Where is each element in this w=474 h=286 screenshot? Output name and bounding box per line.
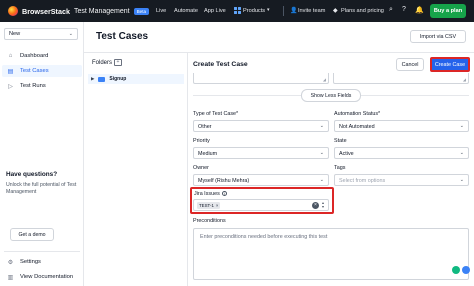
jira-chip-label: TEST-1 xyxy=(199,203,214,208)
state-select[interactable]: Active ⌄ xyxy=(334,147,469,159)
sidebar-item-documentation[interactable]: ▥ View Documentation xyxy=(2,271,82,283)
owner-label: Owner xyxy=(193,165,209,171)
chevron-down-icon: ⌄ xyxy=(319,150,324,156)
chevron-down-icon: ⌄ xyxy=(459,123,464,129)
product-name: Test Management xyxy=(73,7,130,15)
divider xyxy=(187,53,188,286)
browserstack-logo-icon[interactable] xyxy=(8,6,18,16)
type-label: Type of Test Case* xyxy=(193,111,239,117)
nav-live[interactable]: Live xyxy=(156,8,166,14)
products-grid-icon[interactable] xyxy=(234,7,241,14)
chevron-down-icon: ⌄ xyxy=(68,31,73,37)
sidebar-item-test-runs[interactable]: ▷ Test Runs xyxy=(2,80,82,92)
textarea-stub-right[interactable]: ◢ xyxy=(333,73,469,84)
gear-icon: ⚙ xyxy=(7,259,14,266)
sidebar-item-label: Test Cases xyxy=(20,68,49,74)
owner-select-value: Myself (Rishu Mehra) xyxy=(198,177,250,184)
get-demo-button[interactable]: Get a demo xyxy=(10,228,54,241)
nav-products[interactable]: Products xyxy=(243,8,265,14)
priority-select[interactable]: Medium ⌄ xyxy=(193,147,329,159)
sidebar-item-label: Test Runs xyxy=(20,83,46,89)
chevron-right-icon[interactable]: ▶ xyxy=(91,76,94,82)
sidebar-item-label: Dashboard xyxy=(20,53,49,59)
chat-widget-icon[interactable] xyxy=(452,266,460,274)
divider xyxy=(283,6,284,16)
chevron-down-icon: ⌄ xyxy=(319,123,324,129)
priority-select-value: Medium xyxy=(198,150,218,157)
state-label: State xyxy=(334,138,347,144)
book-icon: ▥ xyxy=(7,274,14,281)
clear-icon[interactable]: × xyxy=(312,202,319,209)
document-icon: ▤ xyxy=(7,68,14,75)
jira-issues-input[interactable]: TEST-1 × × ▴ ▾ xyxy=(193,199,329,211)
sidebar-item-label: View Documentation xyxy=(20,274,74,280)
add-folder-icon[interactable]: + xyxy=(114,59,122,66)
import-csv-button[interactable]: Import via CSV xyxy=(410,30,466,43)
project-select-value: New xyxy=(9,31,21,37)
nav-automate[interactable]: Automate xyxy=(174,8,198,14)
folders-label: Folders xyxy=(92,60,113,66)
jira-issues-label: Jira Issues i xyxy=(194,191,227,197)
buy-plan-button[interactable]: Buy a plan xyxy=(430,4,466,18)
help-text: Unlock the full potential of Test Manage… xyxy=(6,182,77,195)
chevron-down-icon: ▾ xyxy=(267,7,270,13)
plans-pricing-link[interactable]: Plans and pricing xyxy=(341,8,384,14)
sidebar-item-settings[interactable]: ⚙ Settings xyxy=(2,256,82,268)
sidebar-item-test-cases[interactable]: ▤ Test Cases xyxy=(2,65,82,77)
chevron-down-icon: ⌄ xyxy=(459,150,464,156)
automation-label: Automation Status* xyxy=(334,111,381,117)
textarea-stub-left[interactable]: ◢ xyxy=(193,73,329,84)
sidebar-item-label: Settings xyxy=(20,259,41,265)
remove-chip-icon[interactable]: × xyxy=(216,203,219,208)
create-test-case-title: Create Test Case xyxy=(193,61,248,68)
help-icon[interactable]: ? xyxy=(402,6,406,13)
jira-issue-chip: TEST-1 × xyxy=(197,202,221,209)
automation-select[interactable]: Not Automated ⌄ xyxy=(334,120,469,132)
search-icon[interactable]: ⌕ xyxy=(389,6,393,14)
help-title: Have questions? xyxy=(6,171,58,178)
type-select-value: Other xyxy=(198,123,212,130)
type-select[interactable]: Other ⌄ xyxy=(193,120,329,132)
brand-name[interactable]: BrowserStack xyxy=(22,7,70,16)
up-down-chevron-icon[interactable]: ▴ ▾ xyxy=(322,200,324,209)
preconditions-placeholder: Enter preconditions needed before execut… xyxy=(200,234,328,240)
create-case-button[interactable]: Create Case xyxy=(430,57,470,72)
owner-select[interactable]: Myself (Rishu Mehra) ⌄ xyxy=(193,174,329,186)
project-select[interactable]: New ⌄ xyxy=(4,28,78,40)
home-icon: ⌂ xyxy=(8,53,13,59)
sidebar-item-dashboard[interactable]: ⌂ Dashboard xyxy=(2,50,82,62)
diamond-icon: ◆ xyxy=(333,8,338,14)
priority-label: Priority xyxy=(193,138,210,144)
resize-handle-icon[interactable]: ◢ xyxy=(323,77,326,82)
preconditions-label: Preconditions xyxy=(193,218,226,224)
page-title: Test Cases xyxy=(96,31,149,42)
show-less-fields-button[interactable]: Show Less Fields xyxy=(301,89,361,102)
state-select-value: Active xyxy=(339,150,354,157)
cancel-button[interactable]: Cancel xyxy=(396,58,424,71)
assistant-widget-icon[interactable] xyxy=(462,266,470,274)
beta-badge: Beta xyxy=(133,7,150,15)
info-icon[interactable]: i xyxy=(221,191,227,197)
jira-issues-label-text: Jira Issues xyxy=(194,191,220,197)
folder-name: Signup xyxy=(109,76,127,82)
bell-icon[interactable]: 🔔 xyxy=(415,6,424,14)
folder-icon xyxy=(98,76,106,82)
chevron-down-icon: ⌄ xyxy=(319,177,324,183)
chevron-down-icon: ⌄ xyxy=(459,177,464,183)
tags-label: Tags xyxy=(334,165,346,171)
divider xyxy=(84,52,474,53)
invite-team-link[interactable]: Invite team xyxy=(298,8,325,14)
resize-handle-icon[interactable]: ◢ xyxy=(463,77,466,82)
tags-placeholder: Select from options xyxy=(339,177,386,184)
folder-item-signup[interactable]: ▶ Signup xyxy=(88,74,184,84)
preconditions-textarea[interactable]: Enter preconditions needed before execut… xyxy=(193,228,469,280)
divider xyxy=(4,251,80,252)
play-icon: ▷ xyxy=(8,83,13,90)
user-plus-icon: 👤 xyxy=(290,8,298,14)
nav-app-live[interactable]: App Live xyxy=(204,8,226,14)
automation-select-value: Not Automated xyxy=(339,123,375,130)
tags-select[interactable]: Select from options ⌄ xyxy=(334,174,469,186)
